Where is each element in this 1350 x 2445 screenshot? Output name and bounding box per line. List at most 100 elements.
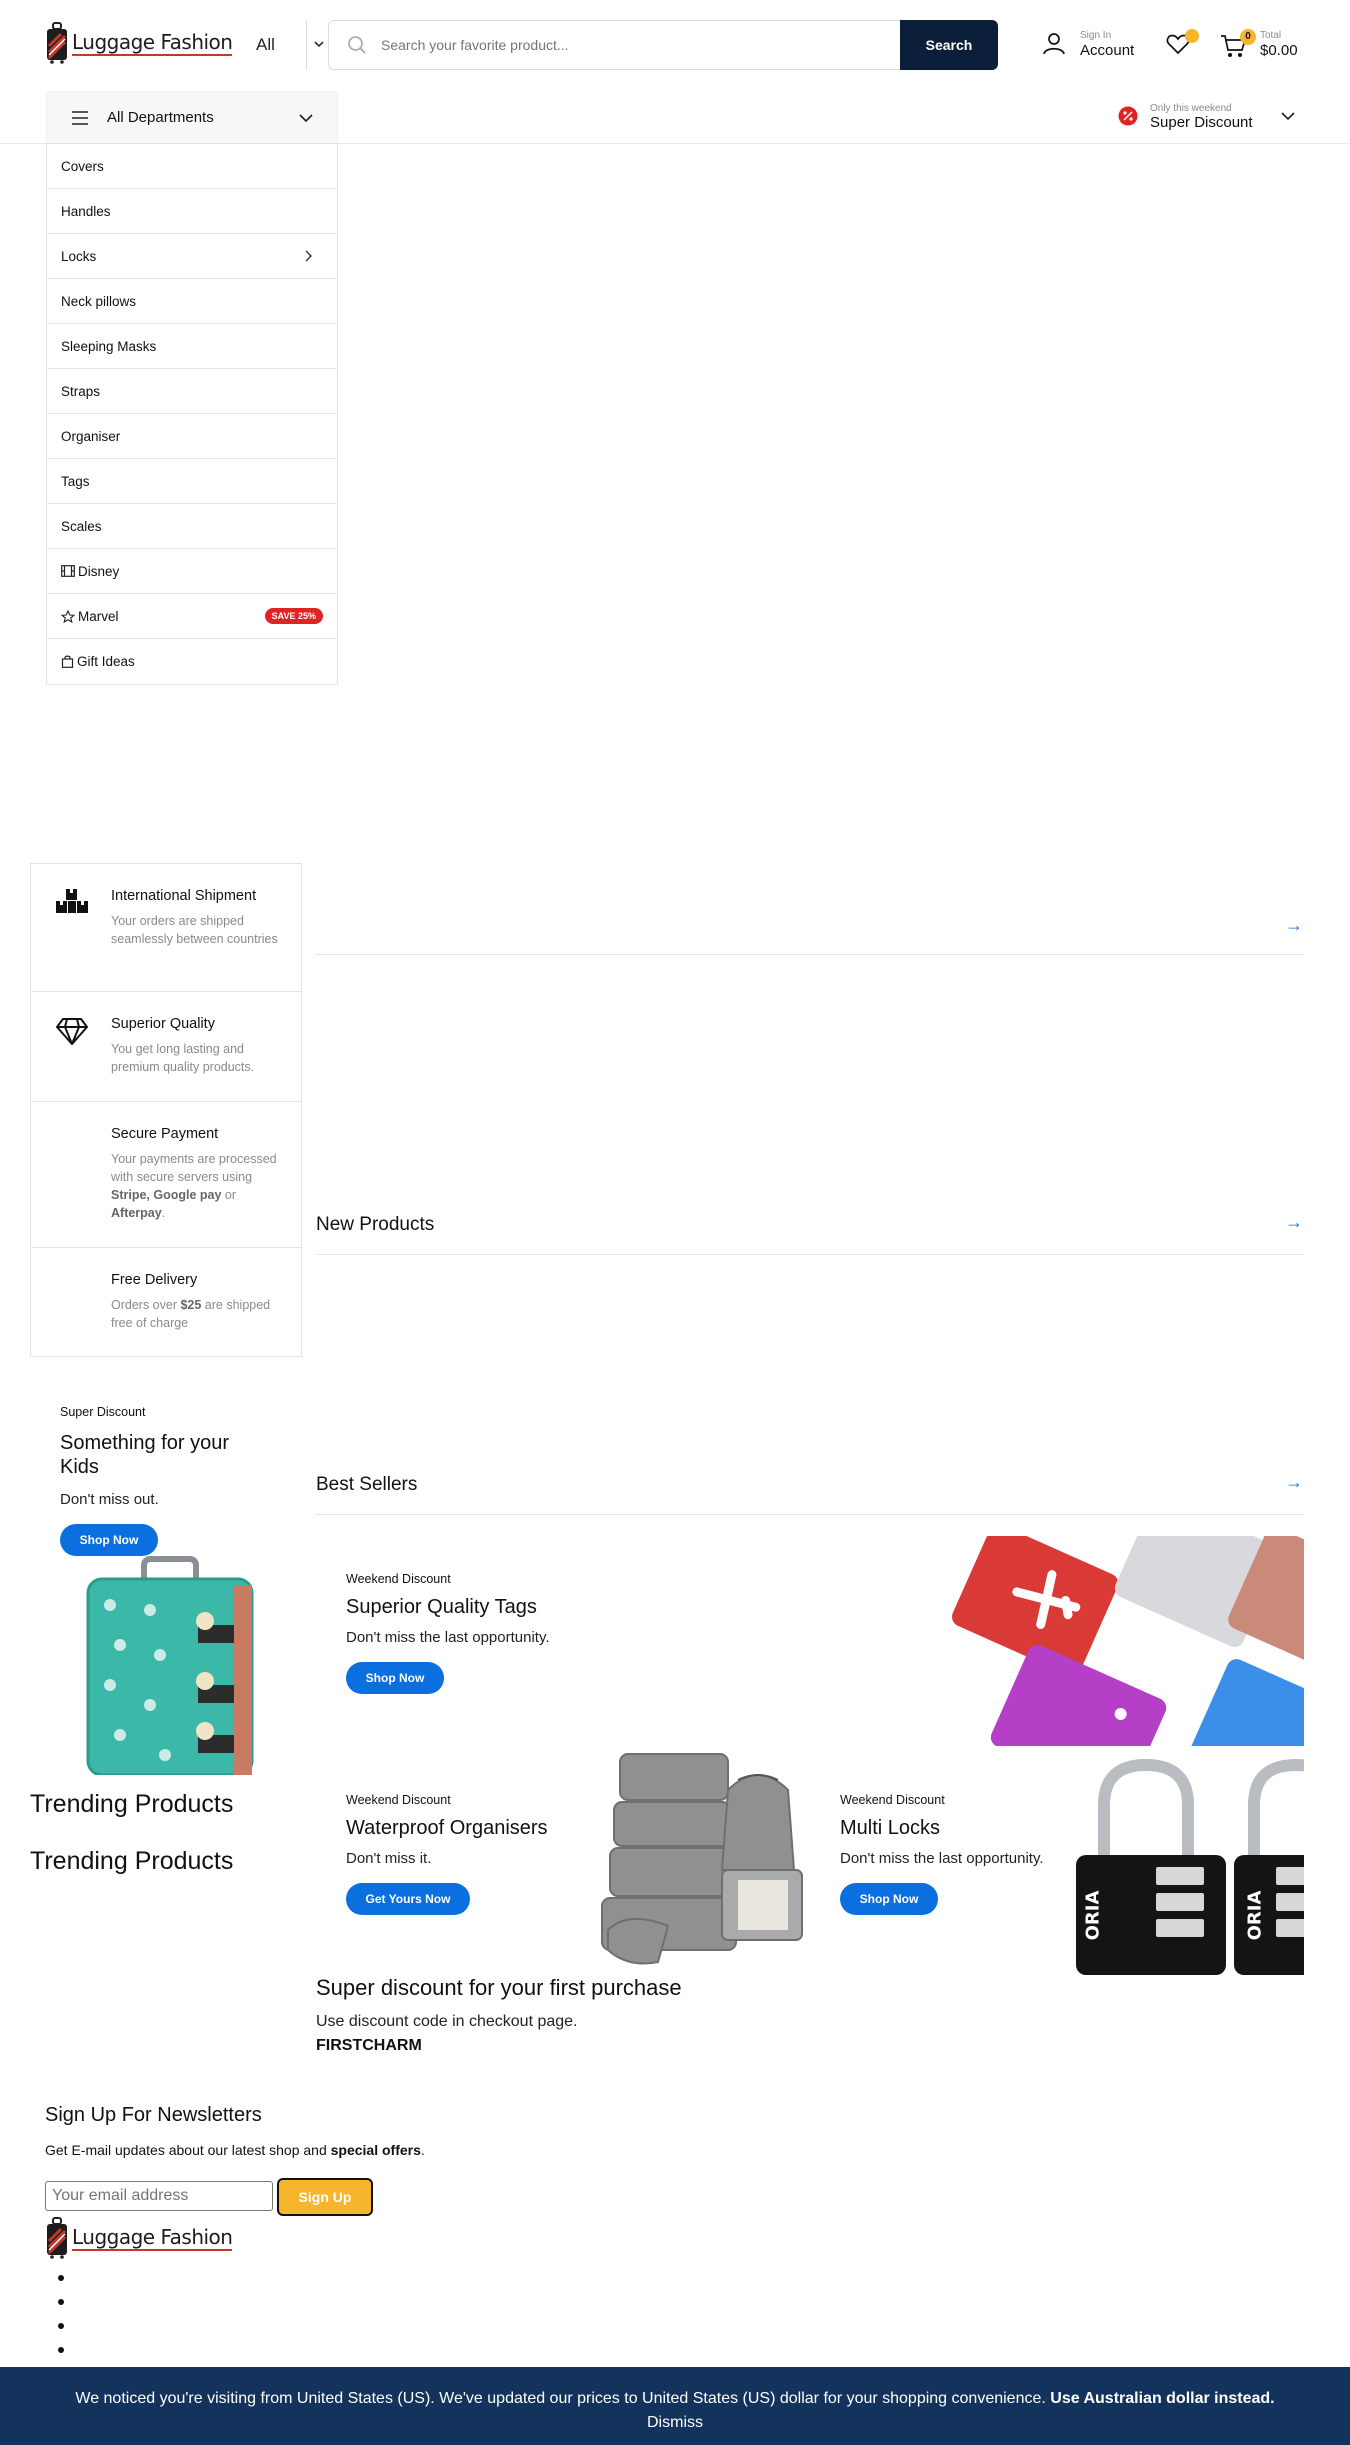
- dept-item-tags[interactable]: Tags: [47, 459, 337, 504]
- wishlist-badge: [1185, 29, 1199, 43]
- tags-promo: Weekend Discount Superior Quality Tags D…: [346, 1572, 550, 1694]
- newsletter-email-input[interactable]: [45, 2181, 273, 2211]
- dept-item-neck-pillows[interactable]: Neck pillows: [47, 279, 337, 324]
- dept-item-gift-ideas[interactable]: Gift Ideas: [47, 639, 337, 684]
- category-select-value: All: [256, 35, 275, 54]
- dept-label: Neck pillows: [61, 293, 137, 309]
- first-purchase-discount: Super discount for your first purchase U…: [316, 1975, 682, 2055]
- footer-list: [58, 2275, 64, 2353]
- all-departments-label: All Departments: [107, 109, 214, 126]
- list-bullet: [58, 2275, 64, 2281]
- footer-logo[interactable]: Luggage Fashion: [46, 2217, 233, 2259]
- search-field[interactable]: [328, 20, 900, 70]
- dept-label: Gift Ideas: [77, 654, 135, 669]
- dept-item-disney[interactable]: Disney: [47, 549, 337, 594]
- currency-notice-text: We noticed you're visiting from United S…: [75, 2390, 1275, 2407]
- luggage-tags-image: [946, 1536, 1304, 1746]
- wishlist-button[interactable]: [1166, 29, 1199, 57]
- locks-promo: Weekend Discount Multi Locks Don't miss …: [840, 1793, 1044, 1915]
- film-icon: [61, 565, 75, 577]
- section-divider: [316, 954, 1304, 955]
- kids-promo-sub: Don't miss out.: [60, 1491, 159, 1508]
- dept-item-organiser[interactable]: Organiser: [47, 414, 337, 459]
- star-icon: [61, 609, 75, 623]
- kids-shop-now-button[interactable]: Shop Now: [60, 1524, 158, 1556]
- departments-menu: Covers Handles Locks Neck pillows Sleepi…: [46, 143, 338, 685]
- boxes-icon: [56, 889, 88, 913]
- user-icon: [1043, 33, 1065, 55]
- logo-text: Luggage Fashion: [72, 29, 233, 56]
- lock-brand-text: ORIA: [1082, 1890, 1104, 1941]
- dept-item-straps[interactable]: Straps: [47, 369, 337, 414]
- chevron-down-icon: [1280, 112, 1295, 120]
- kids-promo: Super Discount Something for your Kids D…: [60, 1405, 260, 1556]
- dept-item-locks[interactable]: Locks: [47, 234, 337, 279]
- logo-text: Luggage Fashion: [72, 2224, 233, 2251]
- dismiss-link[interactable]: Dismiss: [0, 2411, 1350, 2435]
- luggage-logo-icon: [47, 22, 67, 64]
- organisers-promo-kicker: Weekend Discount: [346, 1793, 451, 1807]
- category-select[interactable]: All: [256, 20, 328, 70]
- account-link[interactable]: Sign In Account: [1042, 28, 1134, 58]
- combination-locks-image: ORIA ORIA: [1076, 1755, 1304, 1975]
- feature-title: Free Delivery: [111, 1272, 198, 1288]
- shopping-bag-icon: [61, 655, 74, 668]
- tags-promo-sub: Don't miss the last opportunity.: [346, 1629, 550, 1646]
- kids-promo-kicker: Super Discount: [60, 1405, 146, 1419]
- list-bullet: [58, 2299, 64, 2305]
- organisers-shop-button[interactable]: Get Yours Now: [346, 1883, 470, 1915]
- dept-item-sleeping-masks[interactable]: Sleeping Masks: [47, 324, 337, 369]
- kids-promo-title: Something for your Kids: [60, 1432, 229, 1478]
- locks-promo-title: Multi Locks: [840, 1817, 941, 1839]
- feature-desc: Orders over $25 are shipped free of char…: [111, 1298, 271, 1330]
- dept-item-covers[interactable]: Covers: [47, 144, 337, 189]
- feature-item: Free Delivery Orders over $25 are shippe…: [31, 1248, 301, 1356]
- promo-label: Super Discount: [1150, 114, 1253, 131]
- dept-label: Handles: [61, 203, 111, 219]
- dept-item-scales[interactable]: Scales: [47, 504, 337, 549]
- currency-notice-bar: We noticed you're visiting from United S…: [0, 2367, 1350, 2445]
- new-products-heading: New Products: [316, 1214, 435, 1235]
- dept-item-marvel[interactable]: Marvel SAVE 25%: [47, 594, 337, 639]
- newsletter-heading: Sign Up For Newsletters: [45, 2104, 262, 2126]
- cart-link[interactable]: 0 Total $0.00: [1220, 28, 1298, 58]
- diamond-icon: [56, 1018, 88, 1045]
- newsletter-signup-button[interactable]: Sign Up: [277, 2178, 373, 2216]
- tags-promo-kicker: Weekend Discount: [346, 1572, 451, 1586]
- use-aud-link[interactable]: Use Australian dollar instead.: [1050, 2390, 1274, 2407]
- discount-code: FIRSTCHARM: [316, 2037, 422, 2054]
- section-arrow-link[interactable]: →: [1285, 915, 1303, 936]
- dept-label: Organiser: [61, 428, 121, 444]
- trending-products-heading: Trending Products: [30, 1847, 234, 1875]
- dept-label: Sleeping Masks: [61, 338, 157, 354]
- dept-label: Locks: [61, 248, 97, 264]
- cart-total: $0.00: [1260, 42, 1298, 59]
- super-discount-dropdown[interactable]: Only this weekend Super Discount: [1118, 102, 1295, 130]
- all-departments-toggle[interactable]: All Departments: [46, 91, 338, 143]
- new-products-arrow[interactable]: →: [1285, 1212, 1303, 1233]
- feature-title: International Shipment: [111, 888, 257, 904]
- feature-item: Secure Payment Your payments are process…: [31, 1102, 301, 1248]
- features-box: International Shipment Your orders are s…: [30, 863, 302, 1357]
- dept-label: Disney: [78, 563, 120, 579]
- luggage-logo-icon: [47, 2217, 67, 2259]
- payment-icon: [55, 1126, 91, 1223]
- dept-label: Straps: [61, 383, 101, 399]
- best-sellers-arrow[interactable]: →: [1285, 1472, 1303, 1493]
- search-button[interactable]: Search: [900, 20, 998, 70]
- chevron-down-icon: [299, 113, 313, 122]
- locks-shop-now-button[interactable]: Shop Now: [840, 1883, 938, 1915]
- list-bullet: [58, 2323, 64, 2329]
- dept-label: Scales: [61, 518, 102, 534]
- cart-count-badge: 0: [1240, 29, 1256, 45]
- chevron-right-icon: [305, 250, 312, 262]
- tags-shop-now-button[interactable]: Shop Now: [346, 1662, 444, 1694]
- feature-desc: Your payments are processed with secure …: [111, 1152, 277, 1220]
- feature-item: Superior Quality You get long lasting an…: [31, 992, 301, 1102]
- site-logo[interactable]: Luggage Fashion: [46, 22, 233, 64]
- organisers-promo-sub: Don't miss it.: [346, 1850, 432, 1867]
- locks-promo-kicker: Weekend Discount: [840, 1793, 945, 1807]
- dept-item-handles[interactable]: Handles: [47, 189, 337, 234]
- search-icon: [348, 36, 366, 54]
- search-input[interactable]: [381, 37, 900, 53]
